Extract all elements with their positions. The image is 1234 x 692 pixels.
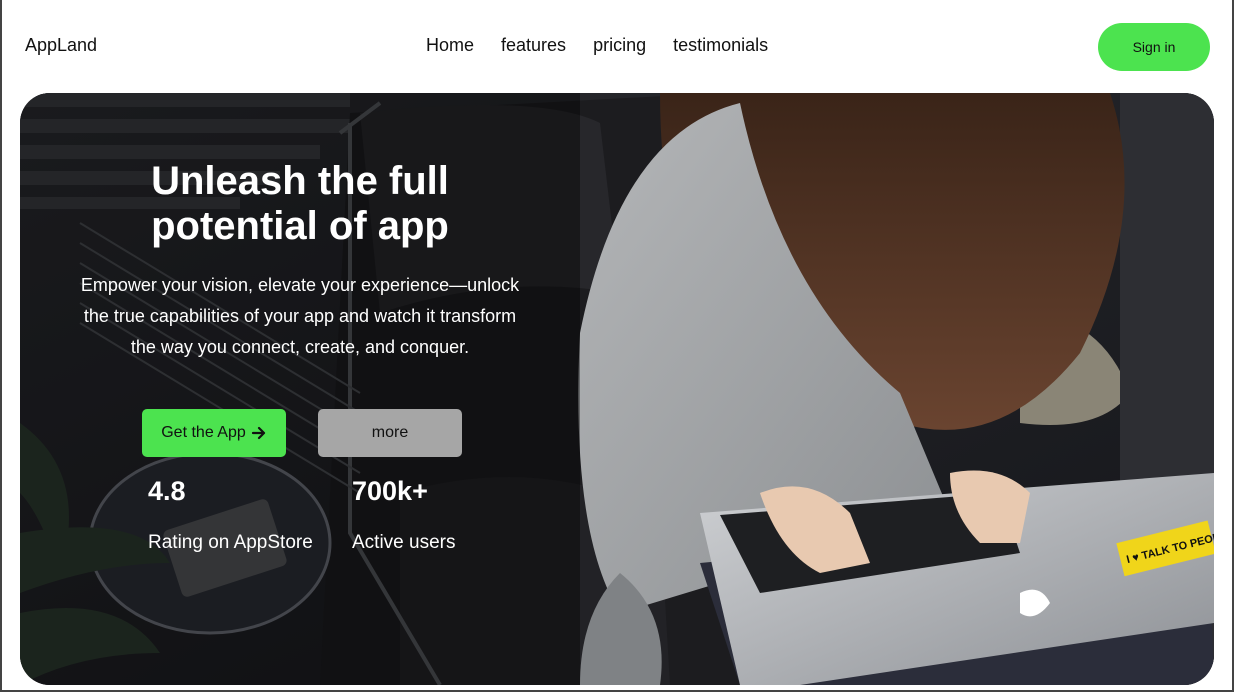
rating-label: Rating on AppStore (148, 532, 313, 553)
get-the-app-button[interactable]: Get the App (142, 409, 286, 457)
rating-value: 4.8 (148, 476, 186, 506)
active-users-value: 700k+ (352, 476, 428, 506)
more-button[interactable]: more (318, 409, 462, 457)
arrow-right-icon (251, 426, 265, 440)
nav-links: Home features pricing testimonials (426, 35, 768, 56)
get-the-app-label: Get the App (161, 424, 246, 441)
sign-in-button[interactable]: Sign in (1098, 23, 1210, 71)
nav-link-testimonials[interactable]: testimonials (673, 35, 768, 56)
headline-line-2: potential of app (151, 204, 449, 248)
active-users-label: Active users (352, 532, 456, 553)
brand-logo[interactable]: AppLand (25, 35, 97, 56)
nav-link-pricing[interactable]: pricing (593, 35, 646, 56)
nav-link-features[interactable]: features (501, 35, 566, 56)
hero-subtext: Empower your vision, elevate your experi… (80, 275, 520, 357)
nav-link-home[interactable]: Home (426, 35, 474, 56)
top-navbar: AppLand Home features pricing testimonia… (2, 0, 1232, 92)
hero-headline: Unleash the full potential of app (80, 159, 520, 249)
headline-line-1: Unleash the full (151, 159, 449, 203)
hero-section: I ♥ TALK TO PEOPLE Unleash the full pote… (20, 93, 1214, 685)
